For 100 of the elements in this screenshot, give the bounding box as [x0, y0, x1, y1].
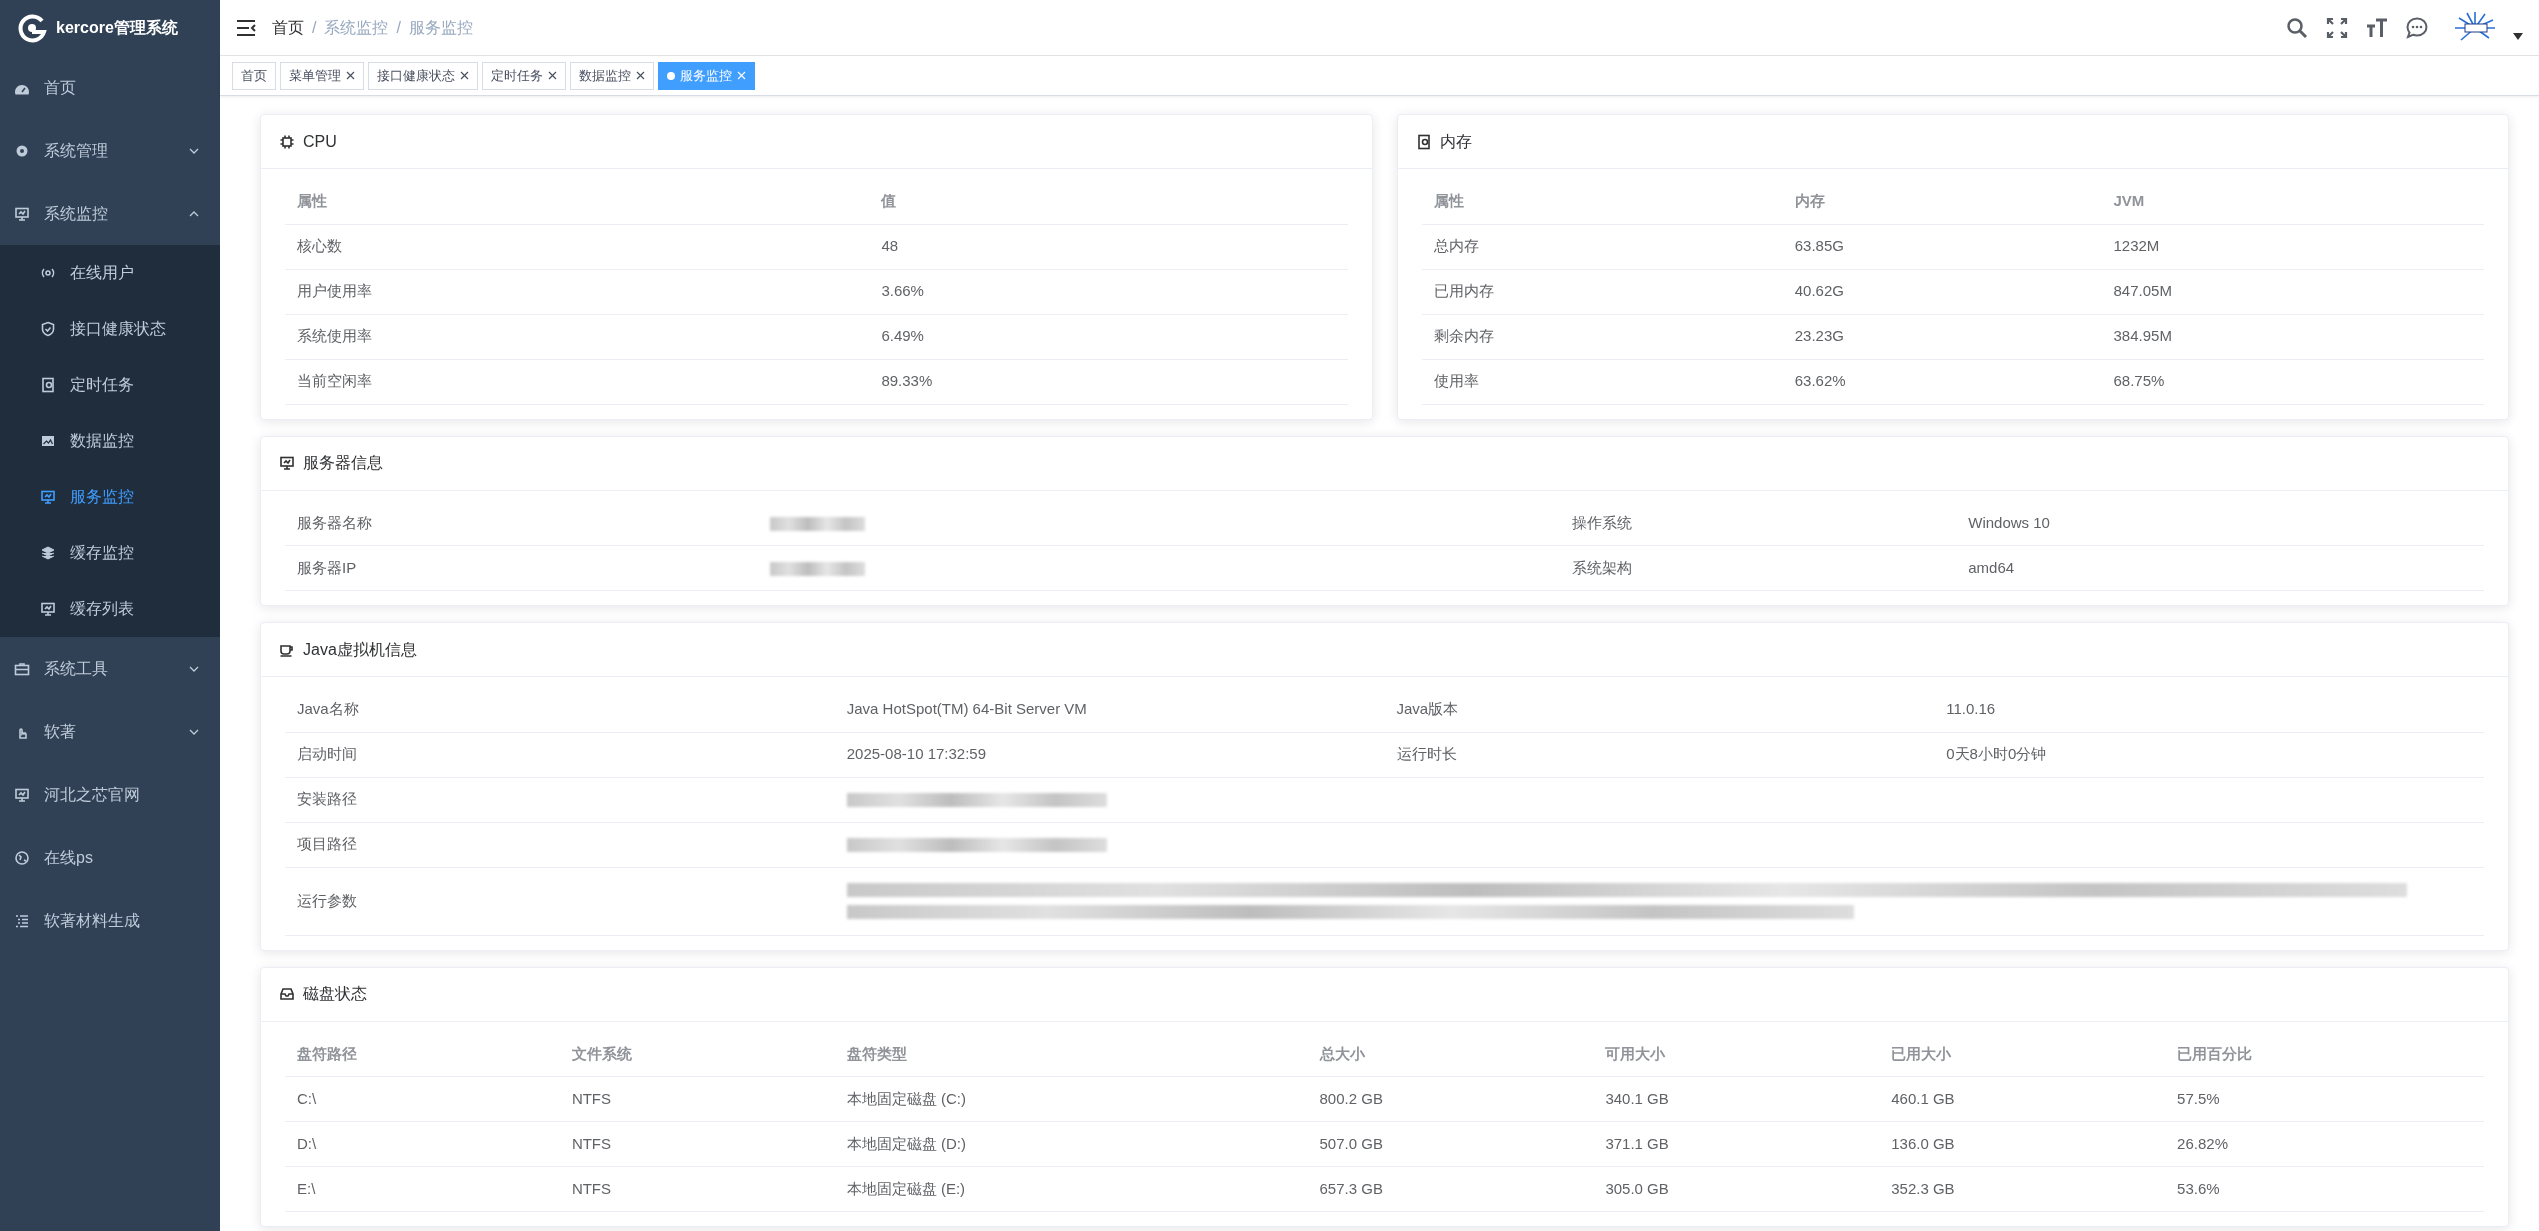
- monitor-icon: [279, 455, 295, 471]
- table-cell: 当前空闲率: [297, 372, 372, 390]
- sidebar-subitem[interactable]: 缓存列表: [0, 581, 220, 637]
- close-icon[interactable]: [548, 71, 557, 80]
- sidebar-item[interactable]: 系统监控: [0, 182, 220, 245]
- table-cell: 安装路径: [297, 790, 357, 808]
- table-cell: 26.82%: [2177, 1134, 2228, 1152]
- column-header: 属性: [1433, 192, 1464, 209]
- card-title: 内存: [1439, 131, 1472, 152]
- sidebar-item[interactable]: 系统工具: [0, 637, 220, 700]
- close-icon[interactable]: [636, 71, 645, 80]
- table-cell: 项目路径: [297, 835, 357, 853]
- sidebar-subitem[interactable]: 在线用户: [0, 245, 220, 301]
- column-header: 总大小: [1319, 1044, 1365, 1062]
- shield-icon: [40, 321, 56, 337]
- caret-down-icon[interactable]: [2513, 32, 2523, 41]
- table-cell: Windows 10: [1968, 513, 2050, 531]
- drive-icon: [279, 986, 295, 1002]
- table-cell: 371.1 GB: [1605, 1134, 1669, 1152]
- table-cell: 352.3 GB: [1891, 1179, 1955, 1197]
- table-cell: 运行时长: [1396, 745, 1457, 763]
- table-cell: 340.1 GB: [1605, 1089, 1669, 1107]
- search-icon[interactable]: [2285, 15, 2309, 40]
- card-title: 磁盘状态: [303, 984, 367, 1004]
- table-cell: 23.23G: [1794, 327, 1844, 345]
- table-cell: NTFS: [571, 1134, 612, 1152]
- sidebar-subitem[interactable]: 数据监控: [0, 413, 220, 469]
- column-header: 盘符类型: [846, 1044, 907, 1062]
- table-cell: 操作系统: [1572, 513, 1633, 531]
- table-cell: E:\: [297, 1179, 316, 1197]
- table-cell: 本地固定磁盘 (E:): [846, 1179, 966, 1197]
- document-icon: [1415, 133, 1432, 150]
- table-cell: 136.0 GB: [1891, 1134, 1955, 1152]
- logo-icon: [16, 12, 48, 44]
- sidebar-subitem[interactable]: 服务监控: [0, 469, 220, 525]
- table-cell: 847.05M: [2113, 282, 2172, 300]
- table-cell: 系统架构: [1572, 558, 1633, 576]
- menu-icon[interactable]: [236, 18, 256, 37]
- breadcrumb-item: 系统监控: [324, 17, 389, 38]
- sidebar-subitem[interactable]: 定时任务: [0, 357, 220, 413]
- table-cell: amd64: [1968, 558, 2015, 576]
- table-cell: 460.1 GB: [1891, 1089, 1955, 1107]
- fullscreen-icon[interactable]: [2325, 15, 2349, 40]
- table-cell: 核心数: [297, 237, 342, 255]
- sidebar-item[interactable]: 河北之芯官网: [0, 763, 220, 826]
- tab[interactable]: 首页: [232, 61, 276, 90]
- monitor-icon: [14, 786, 30, 803]
- table-cell: 57.5%: [2177, 1089, 2220, 1107]
- sidebar-subitem[interactable]: 接口健康状态: [0, 301, 220, 357]
- close-icon[interactable]: [346, 71, 355, 80]
- column-header: 已用大小: [1891, 1044, 1952, 1062]
- tab[interactable]: 接口健康状态: [368, 61, 478, 90]
- table-cell: 53.6%: [2177, 1179, 2220, 1197]
- table-cell: Java HotSpot(TM) 64-Bit Server VM: [846, 700, 1087, 717]
- table-cell: 11.0.16: [1946, 700, 1996, 717]
- table-cell: 384.95M: [2113, 327, 2172, 345]
- table-cell: 0天8小时0分钟: [1946, 745, 2047, 763]
- table-cell: 服务器IP: [297, 558, 357, 576]
- column-header: 文件系统: [571, 1044, 632, 1062]
- table-cell: 6.49%: [881, 327, 924, 345]
- table-cell: 服务器名称: [297, 513, 372, 531]
- table-cell: Java名称: [297, 700, 359, 717]
- table-cell: NTFS: [571, 1089, 612, 1107]
- breadcrumb-separator: /: [396, 17, 401, 38]
- table-cell: 63.85G: [1794, 237, 1844, 255]
- sidebar-item[interactable]: 首页: [0, 56, 220, 119]
- sidebar-subitem[interactable]: 缓存监控: [0, 525, 220, 581]
- monitor-icon: [40, 601, 56, 617]
- monitor-icon: [40, 489, 56, 505]
- column-header: JVM: [2113, 192, 2145, 209]
- breadcrumb-item[interactable]: 首页: [272, 15, 304, 40]
- column-header: 值: [881, 192, 897, 209]
- toolbox-icon: [14, 660, 30, 677]
- table-cell: 48: [881, 237, 899, 255]
- tab[interactable]: 菜单管理: [280, 61, 364, 90]
- cpu-chip-icon: [279, 133, 295, 150]
- card-title: CPU: [303, 131, 337, 152]
- table-cell: 800.2 GB: [1319, 1089, 1383, 1107]
- table-cell: 本地固定磁盘 (C:): [846, 1089, 966, 1107]
- sidebar-item[interactable]: 软著: [0, 700, 220, 763]
- close-icon[interactable]: [460, 71, 469, 80]
- chat-bubble-icon[interactable]: [2405, 15, 2429, 40]
- dot-icon: [667, 71, 675, 80]
- table-cell: 507.0 GB: [1319, 1134, 1383, 1152]
- table-cell: 63.62%: [1794, 372, 1846, 390]
- table-cell: 使用率: [1433, 372, 1479, 390]
- tab[interactable]: 数据监控: [570, 61, 654, 90]
- table-cell: C:\: [297, 1089, 317, 1107]
- list-icon: [14, 912, 30, 929]
- column-header: 已用百分比: [2177, 1044, 2253, 1062]
- tab[interactable]: 定时任务: [482, 61, 566, 90]
- sidebar-item[interactable]: 软著材料生成: [0, 889, 220, 952]
- sidebar-item[interactable]: 系统管理: [0, 119, 220, 182]
- brand-name: kercore管理系统: [56, 18, 178, 38]
- table-cell: 2025-08-10 17:32:59: [846, 745, 987, 763]
- column-header: 内存: [1794, 192, 1825, 209]
- table-cell: 89.33%: [881, 372, 933, 390]
- table-cell: D:\: [297, 1134, 317, 1152]
- table-cell: 启动时间: [297, 745, 357, 763]
- sidebar-item[interactable]: 在线ps: [0, 826, 220, 889]
